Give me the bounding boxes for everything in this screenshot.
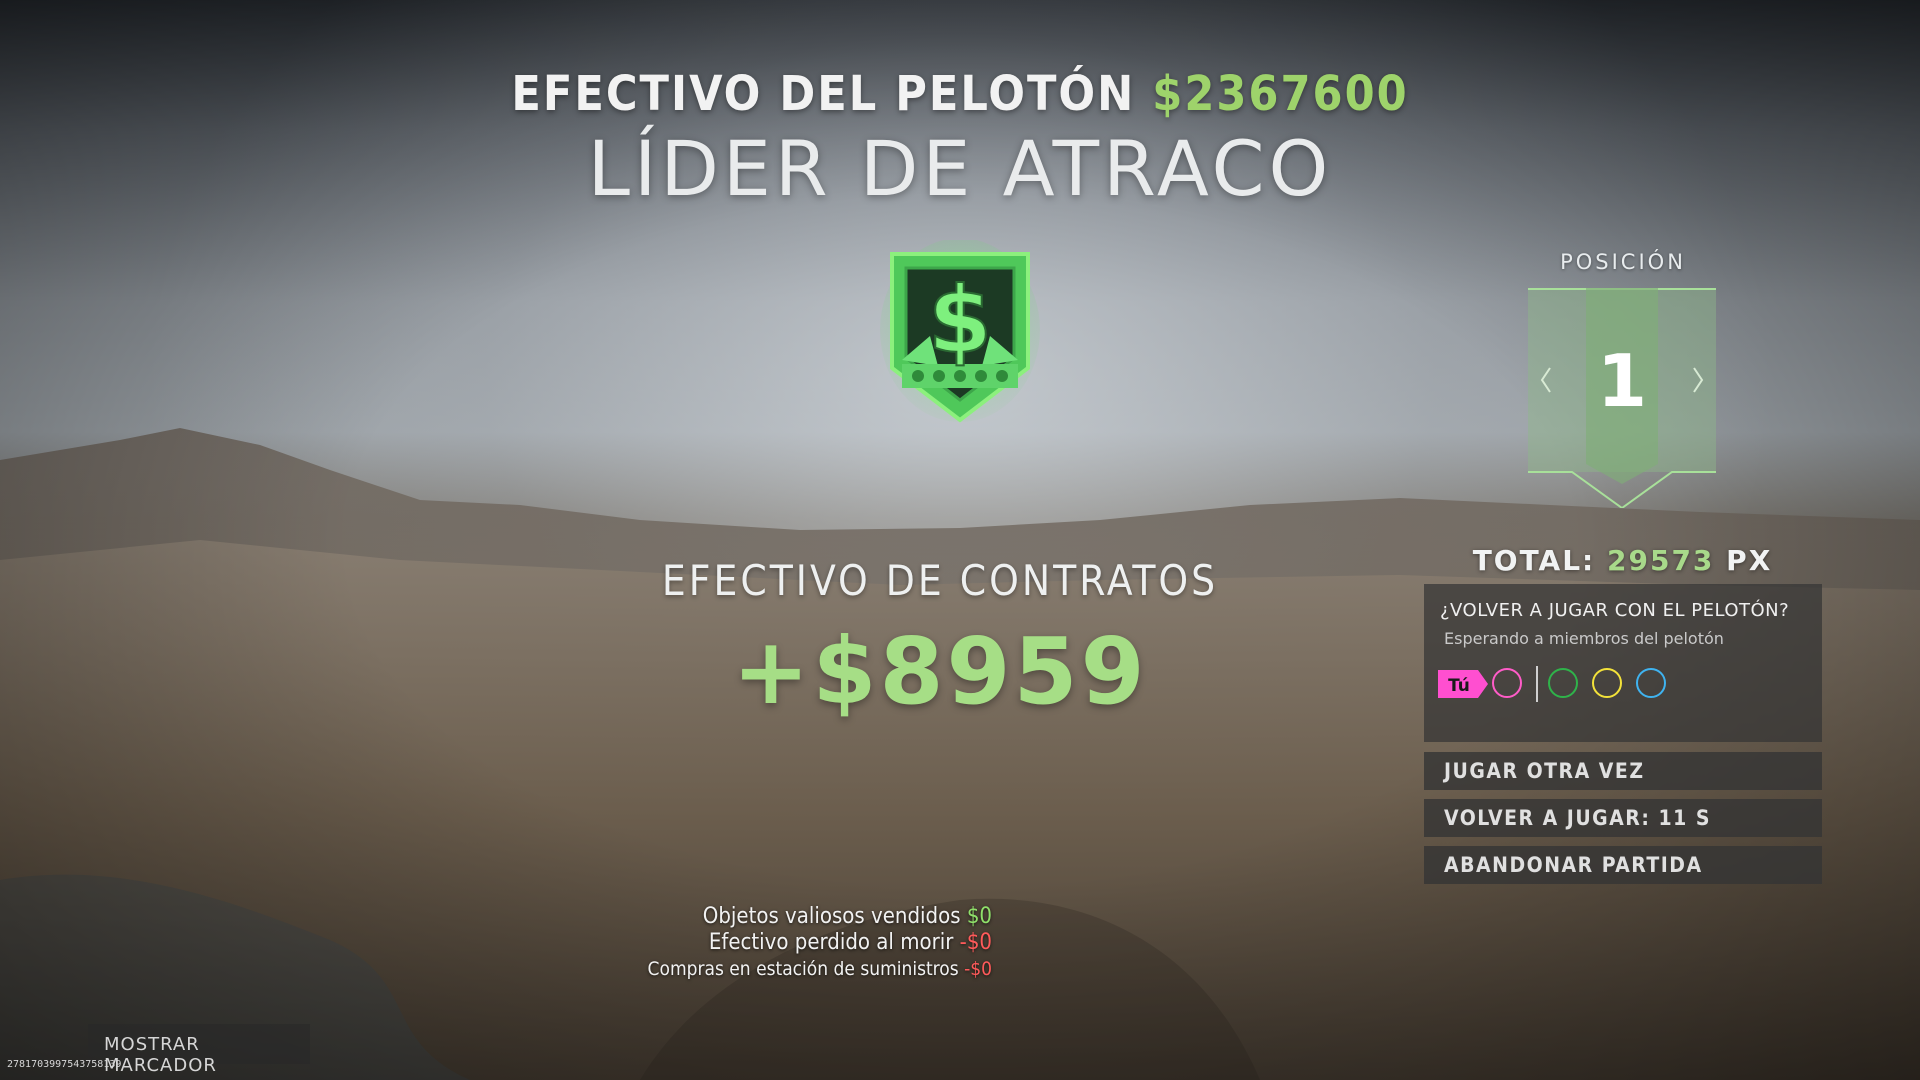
total-points-value: 29573 — [1607, 544, 1715, 577]
breakdown-value: $0 — [966, 904, 992, 929]
breakdown-value: -$0 — [964, 958, 992, 980]
breakdown-value: -$0 — [959, 930, 992, 955]
breakdown-label: Compras en estación de suministros — [647, 958, 959, 980]
page-title: LÍDER DE ATRACO — [587, 124, 1333, 213]
squad-member-slot — [1492, 668, 1522, 698]
breakdown-label: Objetos valiosos vendidos — [702, 904, 961, 929]
badge-dollar-symbol: $ — [928, 267, 992, 374]
total-points: TOTAL: 29573 PX — [1420, 544, 1825, 577]
total-unit: PX — [1726, 544, 1773, 577]
game-stage: EFECTIVO DEL PELOTÓN $2367600 LÍDER DE A… — [0, 0, 1920, 1080]
squad-member-slot — [1592, 668, 1622, 698]
position-label: POSICIÓN — [1560, 250, 1686, 274]
cash-breakdown: Objetos valiosos vendidos $0 Efectivo pe… — [648, 904, 992, 982]
position-value: 1 — [1597, 339, 1647, 423]
replay-timer-button[interactable]: VOLVER A JUGAR: 11 S — [1424, 799, 1822, 837]
breakdown-row: Compras en estación de suministros -$0 — [648, 956, 992, 982]
squad-member-slot — [1548, 668, 1578, 698]
dollar-shield-emblem-icon: $ — [880, 240, 1040, 423]
replay-question: ¿VOLVER A JUGAR CON EL PELOTÓN? — [1440, 600, 1790, 621]
member-divider — [1536, 666, 1538, 702]
show-scoreboard-button[interactable]: MOSTRAR MARCADOR — [88, 1024, 310, 1076]
position-card: 1 — [1528, 288, 1716, 508]
play-again-button[interactable]: JUGAR OTRA VEZ — [1424, 752, 1822, 790]
you-label: Tú — [1448, 676, 1470, 696]
replay-status: Esperando a miembros del pelotón — [1444, 629, 1724, 648]
total-label: TOTAL: — [1472, 544, 1596, 577]
leave-match-button[interactable]: ABANDONAR PARTIDA — [1424, 846, 1822, 884]
you-tag: Tú — [1438, 670, 1488, 698]
squad-member-slot — [1636, 668, 1666, 698]
breakdown-row: Objetos valiosos vendidos $0 — [648, 904, 992, 930]
breakdown-label: Efectivo perdido al morir — [708, 930, 954, 955]
squad-replay-panel: ¿VOLVER A JUGAR CON EL PELOTÓN? Esperand… — [1424, 584, 1822, 742]
squad-cash-header: EFECTIVO DEL PELOTÓN $2367600 — [0, 66, 1920, 122]
squad-cash-label: EFECTIVO DEL PELOTÓN — [511, 66, 1136, 122]
breakdown-row: Efectivo perdido al morir -$0 — [648, 930, 992, 956]
session-id: 2781703997543758139 — [7, 1059, 122, 1070]
squad-cash-amount: $2367600 — [1152, 66, 1409, 122]
